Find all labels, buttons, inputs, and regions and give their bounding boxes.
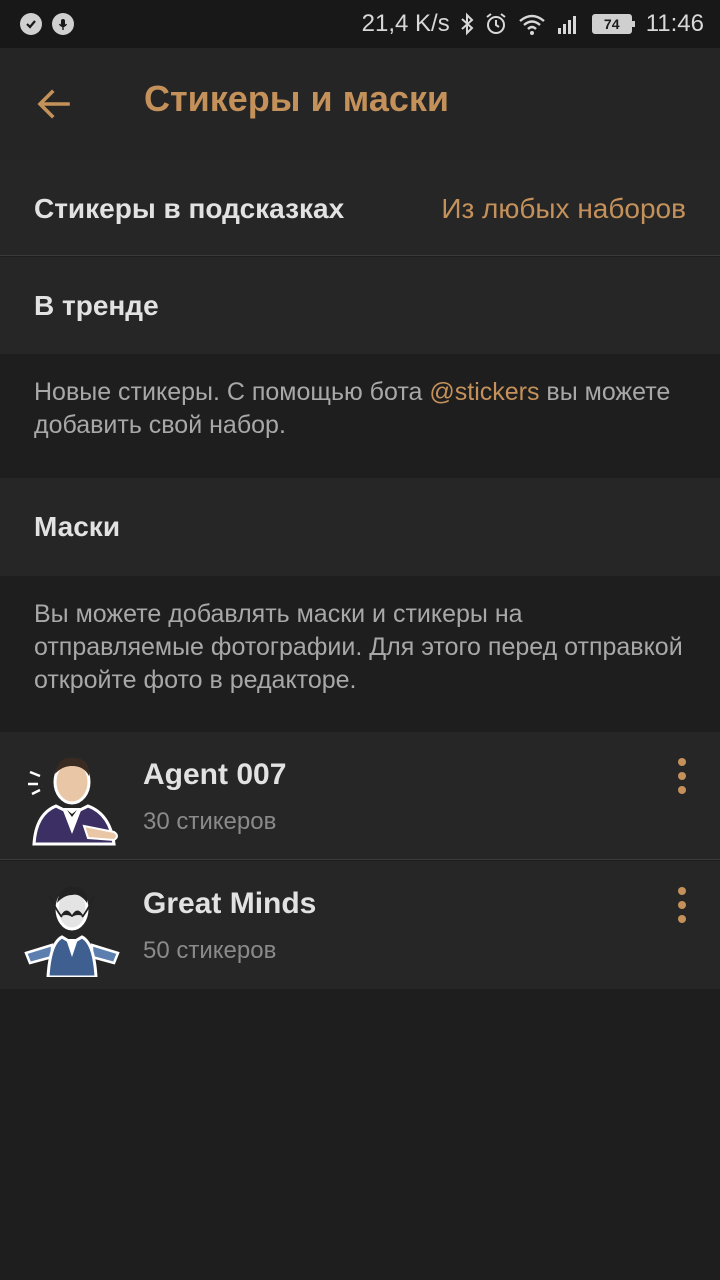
suggestions-setting-row[interactable]: Стикеры в подсказках Из любых наборов xyxy=(0,160,720,256)
battery-icon: 74 xyxy=(591,14,635,34)
trending-label: В тренде xyxy=(34,290,159,321)
suggestions-label: Стикеры в подсказках xyxy=(34,193,345,224)
sticker-set-item[interactable]: Great Minds 50 стикеров xyxy=(0,861,720,989)
signal-icon xyxy=(556,13,582,35)
sticker-set-count: 30 стикеров xyxy=(143,808,277,835)
clock: 11:46 xyxy=(645,10,704,37)
more-vert-icon xyxy=(678,758,686,766)
masks-label: Маски xyxy=(34,511,121,542)
stickers-bot-link[interactable]: @stickers xyxy=(429,378,539,406)
masks-info: Вы можете добавлять маски и стикеры на о… xyxy=(0,576,720,732)
sticker-set-name: Agent 007 xyxy=(143,758,287,791)
wifi-icon xyxy=(518,12,546,36)
trending-row[interactable]: В тренде xyxy=(0,257,720,354)
app-bar: Стикеры и маски xyxy=(0,48,720,160)
network-speed: 21,4 K/s xyxy=(361,10,450,37)
sticker-set-item[interactable]: Agent 007 30 стикеров xyxy=(0,732,720,860)
back-button[interactable] xyxy=(24,76,84,132)
sticker-set-name: Great Minds xyxy=(143,887,317,920)
check-icon xyxy=(20,13,42,35)
masks-info-text: Вы можете добавлять маски и стикеры на о… xyxy=(34,600,683,694)
page-title: Стикеры и маски xyxy=(144,78,450,119)
arrow-back-icon xyxy=(37,89,70,119)
alarm-icon xyxy=(484,12,508,36)
status-bar: 21,4 K/s 74 11:46 xyxy=(0,0,720,48)
suggestions-value: Из любых наборов xyxy=(441,193,686,224)
new-stickers-info-text: Новые стикеры. С помощью бота xyxy=(34,378,430,406)
masks-row[interactable]: Маски xyxy=(0,478,720,576)
great-minds-sticker-icon xyxy=(24,886,120,977)
microphone-icon xyxy=(52,13,74,35)
more-vert-icon xyxy=(678,887,686,895)
more-options-button[interactable] xyxy=(670,885,694,925)
bluetooth-icon xyxy=(460,12,474,36)
new-stickers-info: Новые стикеры. С помощью бота @stickers … xyxy=(0,354,720,478)
sticker-set-count: 50 стикеров xyxy=(143,937,277,964)
agent-sticker-icon xyxy=(28,757,118,846)
more-options-button[interactable] xyxy=(670,756,694,796)
